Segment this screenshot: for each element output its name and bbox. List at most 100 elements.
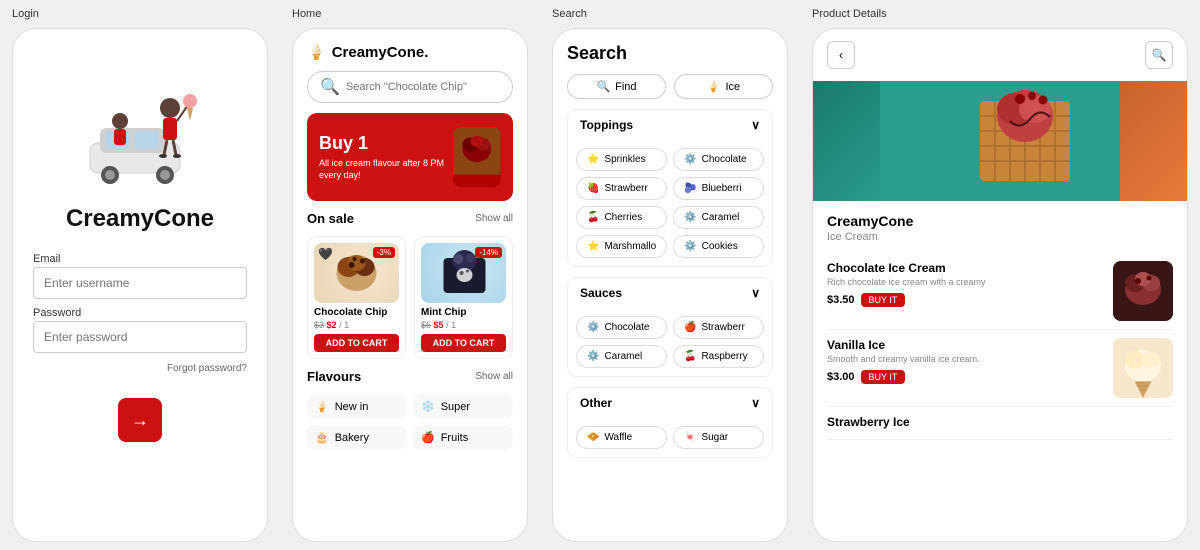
other-sugar[interactable]: 🍬 Sugar [673,426,764,449]
sauces-section: Sauces ∨ ⚙️ Chocolate 🍎 Strawberr ⚙️ Car… [567,277,773,377]
sauce-chocolate-icon: ⚙️ [587,322,599,333]
product-img-chocolate-detail [1113,261,1173,321]
sauce-caramel-icon: ⚙️ [587,351,599,362]
login-arrow-icon: → [131,410,149,431]
topping-sprinkles[interactable]: ⭐ Sprinkles [576,148,667,171]
product-price-mint: $6 $5 / 1 [421,320,506,330]
back-icon: ‹ [839,48,843,62]
login-panel-title: Login [12,8,268,20]
topping-cookies[interactable]: ⚙️ Cookies [673,235,764,258]
topping-caramel[interactable]: ⚙️ Caramel [673,206,764,229]
product-info-vanilla: Vanilla Ice Smooth and creamy vanilla ic… [827,338,1103,384]
flavour-fruits-icon: 🍎 [421,431,435,444]
find-label: Find [615,81,636,93]
sauce-caramel-label: Caramel [604,351,642,362]
email-field-group: Email [33,253,247,299]
login-button[interactable]: → [118,398,162,442]
flavours-show-all[interactable]: Show all [475,371,513,382]
search-nav-icon: 🔍 [1152,48,1167,62]
sauce-strawberry[interactable]: 🍎 Strawberr [673,316,764,339]
flavour-bakery[interactable]: 🎂 Bakery [307,425,407,450]
home-search-input[interactable] [346,81,500,93]
home-phone-frame: 🍦 CreamyCone. 🔍 Buy 1 All ice cream flav… [292,28,528,542]
home-search-bar[interactable]: 🔍 [307,71,513,103]
app-title: CreamyCone [66,205,214,233]
heart-icon[interactable]: 🖤 [318,247,333,261]
email-label: Email [33,253,247,265]
flavour-new[interactable]: 🍦 New in [307,394,407,419]
toppings-header[interactable]: Toppings ∨ [568,110,772,140]
login-content: CreamyCone Email Password Forgot passwor… [13,29,267,541]
buy-vanilla-button[interactable]: BUY IT [861,370,906,384]
back-button[interactable]: ‹ [827,41,855,69]
other-header[interactable]: Other ∨ [568,388,772,418]
flavour-super-label: Super [441,401,470,413]
forgot-password-link[interactable]: Forgot password? [33,363,247,374]
ice-chip[interactable]: 🍦 Ice [674,74,773,99]
product-list-item-vanilla: Vanilla Ice Smooth and creamy vanilla ic… [827,330,1173,407]
sauces-header[interactable]: Sauces ∨ [568,278,772,308]
password-input[interactable] [33,321,247,353]
flavour-new-label: New in [335,401,369,413]
product-list-name-chocolate: Chocolate Ice Cream [827,261,1103,275]
password-field-group: Password [33,307,247,353]
flavour-bakery-label: Bakery [335,432,369,444]
buy-chocolate-button[interactable]: BUY IT [861,293,906,307]
flavour-fruits[interactable]: 🍎 Fruits [413,425,513,450]
product-img-vanilla-detail [1113,338,1173,398]
topping-cherries[interactable]: 🍒 Cherries [576,206,667,229]
add-to-cart-chocolate[interactable]: ADD TO CART [314,334,399,352]
cookies-label: Cookies [702,241,738,252]
product-card-mint: -14% Mint Chip $6 [414,236,513,359]
sauce-chocolate-label: Chocolate [604,322,649,333]
search-phone-frame: Search 🔍 Find 🍦 Ice Toppings ∨ [552,28,788,542]
details-brand: CreamyCone [827,213,1173,229]
topping-marshmallow[interactable]: ⭐ Marshmallo [576,235,667,258]
home-brand-icon: 🍦 [307,43,326,61]
cherries-icon: 🍒 [587,212,599,223]
email-input[interactable] [33,267,247,299]
topping-strawberry[interactable]: 🍓 Strawberr [576,177,667,200]
new-price-chocolate: $2 [327,320,337,330]
ice-label: Ice [726,81,741,93]
product-price-chocolate: $3 $2 / 1 [314,320,399,330]
details-product-list: CreamyCone Ice Cream Chocolate Ice Cream… [813,201,1187,541]
product-name-chocolate: Chocolate Chip [314,307,399,318]
sauce-caramel[interactable]: ⚙️ Caramel [576,345,667,368]
flavour-super-icon: ❄️ [421,400,435,413]
toppings-grid: ⭐ Sprinkles ⚙️ Chocolate 🍓 Strawberr 🫐 B… [568,140,772,266]
caramel-icon: ⚙️ [684,212,696,223]
banner-subtext: All ice cream flavour after 8 PM every d… [319,158,453,181]
chocolate-price: $3.50 [827,294,855,306]
topping-blueberry[interactable]: 🫐 Blueberri [673,177,764,200]
find-chip[interactable]: 🔍 Find [567,74,666,99]
sauce-chocolate[interactable]: ⚙️ Chocolate [576,316,667,339]
password-label: Password [33,307,247,319]
search-button[interactable]: 🔍 [1145,41,1173,69]
sugar-label: Sugar [701,432,728,443]
details-nav: ‹ 🔍 [813,29,1187,81]
old-price-mint: $6 [421,320,431,330]
hero-waffle-bg [813,81,1187,201]
discount-badge-mint: -14% [475,247,502,258]
blueberry-label: Blueberri [702,183,742,194]
home-panel-title: Home [292,8,528,20]
sauces-chevron: ∨ [751,286,760,300]
sauces-grid: ⚙️ Chocolate 🍎 Strawberr ⚙️ Caramel 🍒 Ra… [568,308,772,376]
flavours-grid: 🍦 New in ❄️ Super 🎂 Bakery 🍎 Fruits [307,394,513,450]
login-form: Email Password Forgot password? → [33,253,247,442]
other-waffle[interactable]: 🧇 Waffle [576,426,667,449]
product-list-name-vanilla: Vanilla Ice [827,338,1103,352]
flavour-super[interactable]: ❄️ Super [413,394,513,419]
topping-chocolate[interactable]: ⚙️ Chocolate [673,148,764,171]
product-list-desc-chocolate: Rich chocolate ice cream with a creamy [827,277,1103,289]
sprinkles-icon: ⭐ [587,154,599,165]
discount-badge-chocolate: -3% [373,247,395,258]
strawberry-label: Strawberr [604,183,647,194]
add-to-cart-mint[interactable]: ADD TO CART [421,334,506,352]
flavour-fruits-label: Fruits [441,432,469,444]
other-label: Other [580,396,612,410]
sauce-raspberry[interactable]: 🍒 Raspberry [673,345,764,368]
toppings-label: Toppings [580,118,633,132]
on-sale-show-all[interactable]: Show all [475,213,513,224]
